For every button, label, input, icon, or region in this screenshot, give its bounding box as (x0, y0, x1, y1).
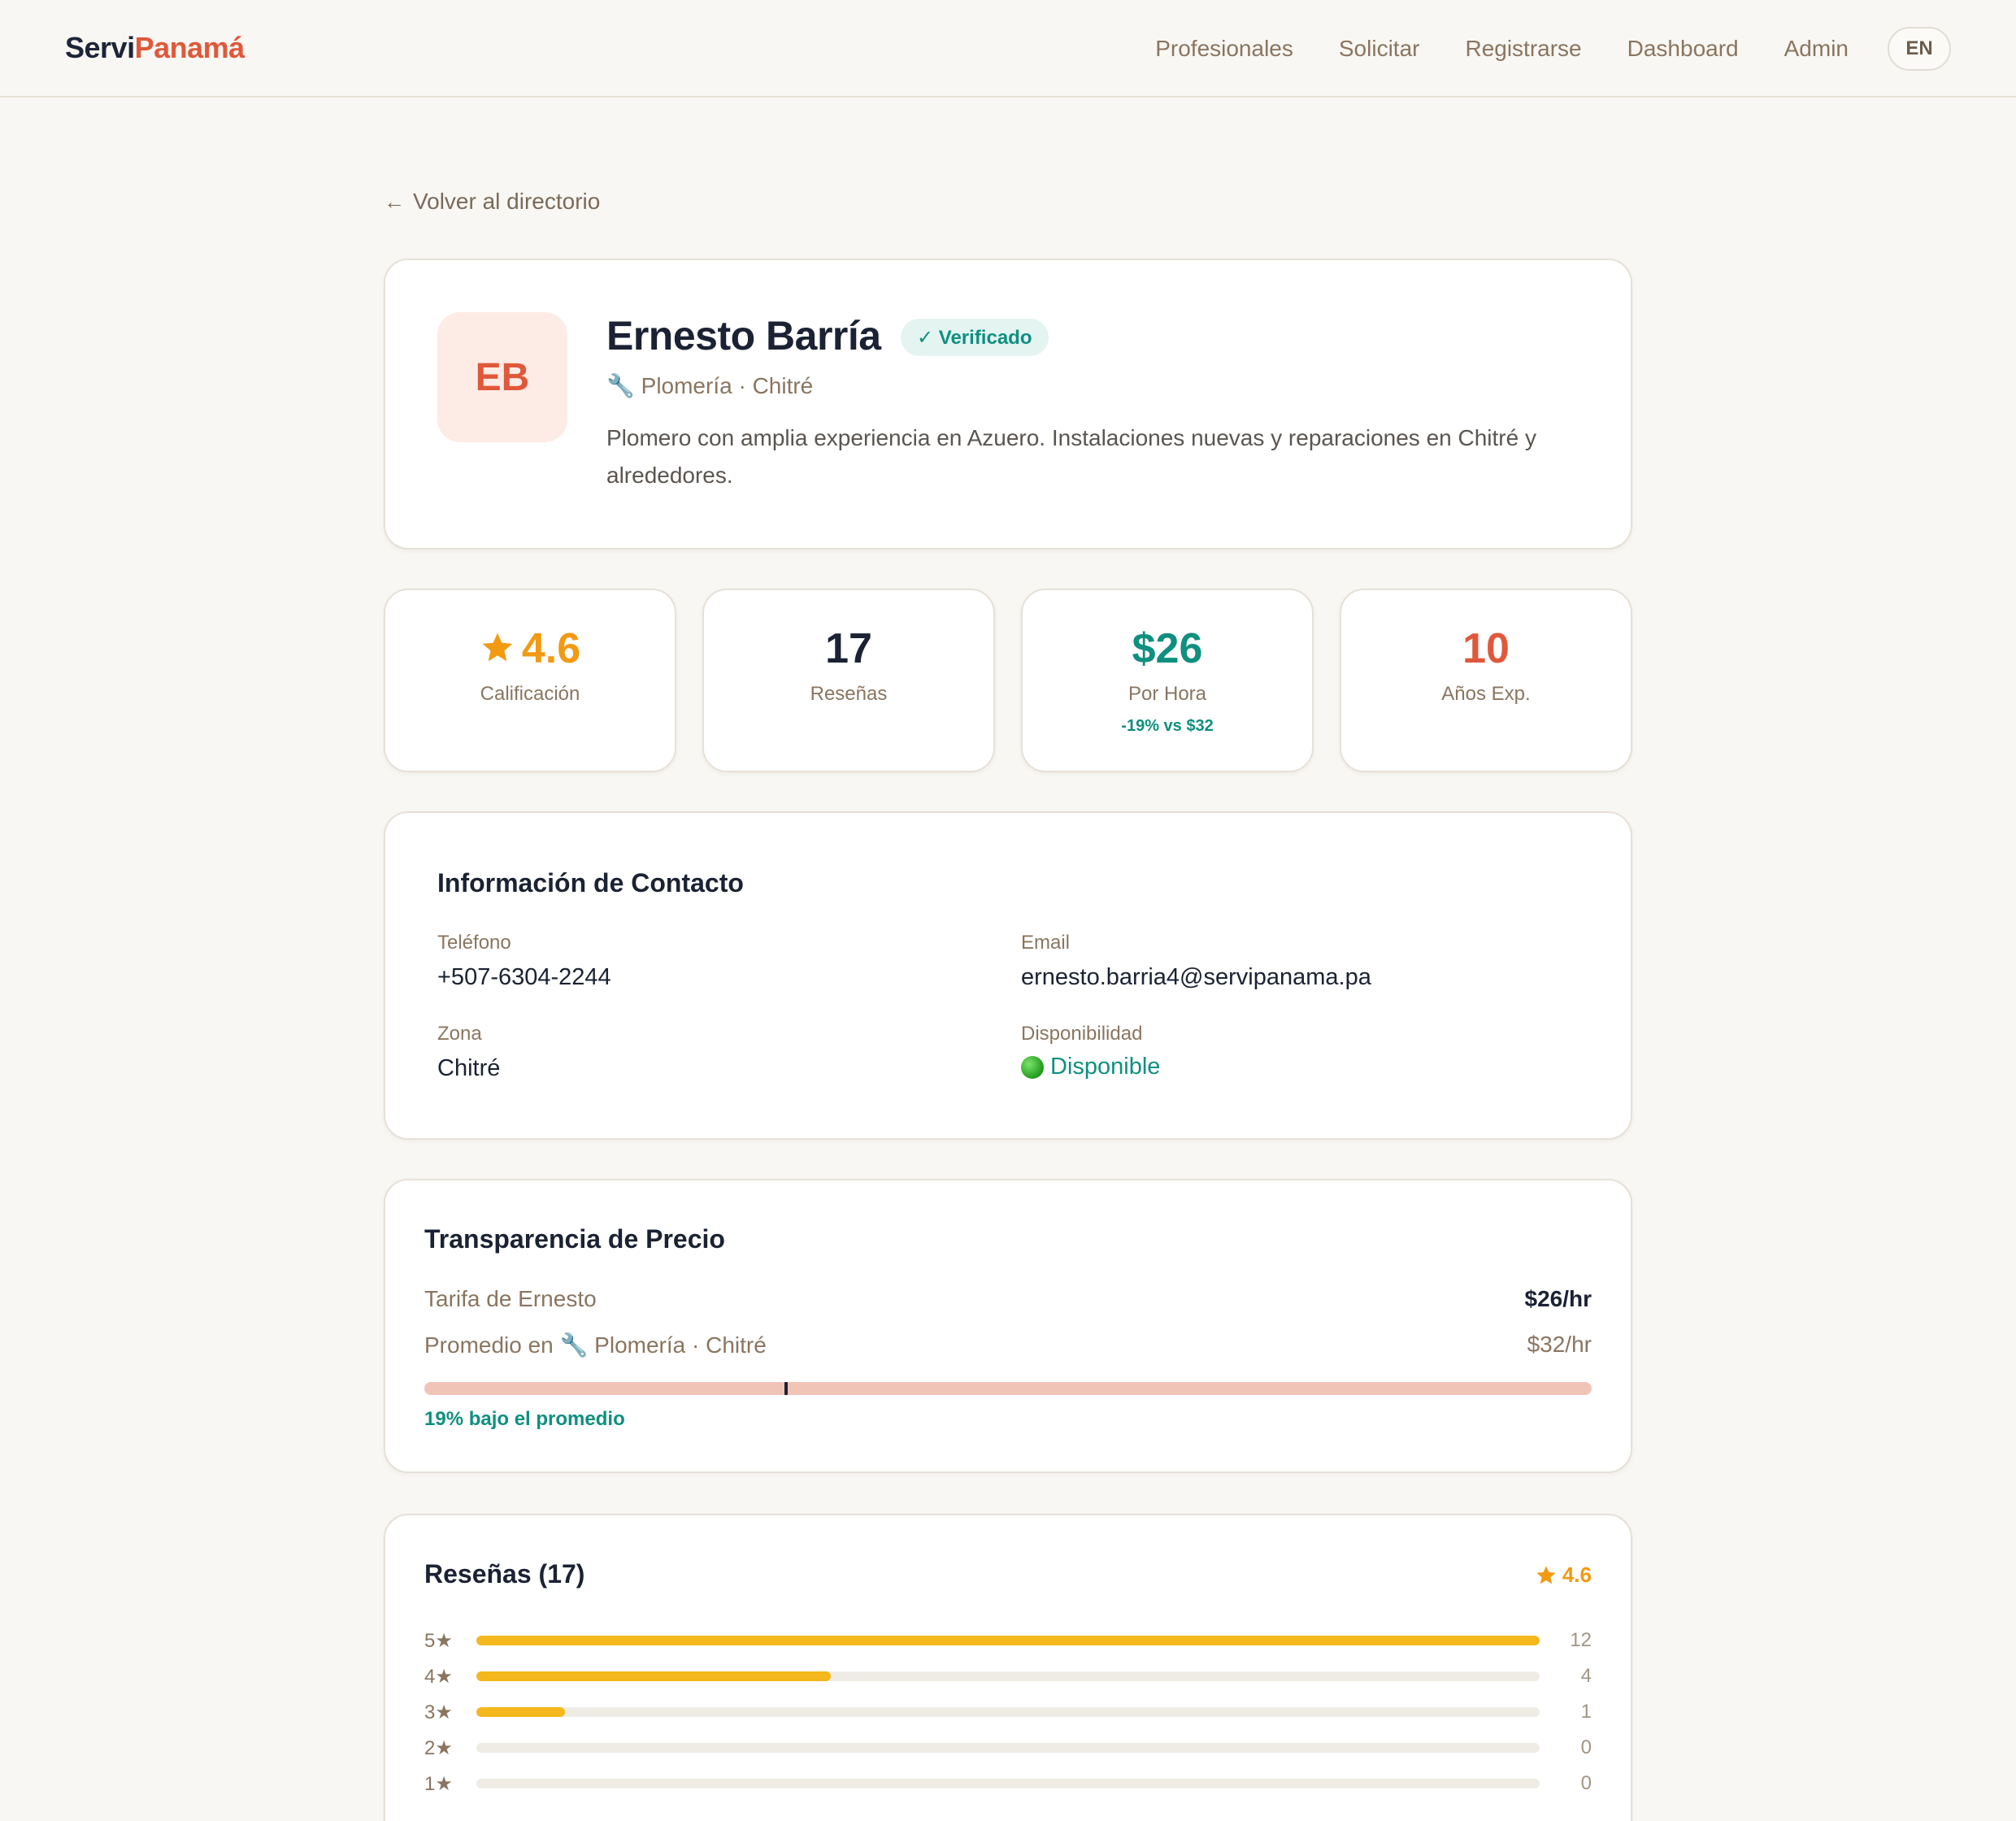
own-rate-label: Tarifa de Ernesto (424, 1286, 597, 1311)
stat-card-experience: 10 Años Exp. (1340, 589, 1632, 772)
arrow-left-icon: ← (384, 189, 405, 214)
rating-row-track (476, 1671, 1540, 1681)
stat-card-reviews: 17 Reseñas (702, 589, 995, 772)
rating-row-label: 1★ (424, 1773, 453, 1795)
reviews-card: Reseñas (17) 4.6 5★ 12 4★ 4 3★ 1 2★ 0 1★ 0 (384, 1514, 1632, 1821)
profile-description: Plomero con amplia experiencia en Azuero… (606, 425, 1536, 488)
rating-row-fill (476, 1707, 565, 1717)
phone-label: Teléfono (437, 932, 511, 954)
stat-card-hourly-rate: $26 Por Hora -19% vs $32 (1021, 589, 1314, 772)
verified-badge: ✓ Verificado (901, 319, 1049, 356)
rating-row-count: 0 (1580, 1736, 1592, 1758)
top-nav-bar: ServiPanamá Profesionales Solicitar Regi… (0, 0, 2016, 98)
avatar: EB (437, 312, 567, 442)
rating-row-track (476, 1707, 1540, 1717)
contact-info-card: Información de Contacto Teléfono +507-63… (384, 811, 1632, 1140)
rating-row: 2★ 0 (424, 1736, 1592, 1759)
price-transparency-card: Transparencia de Precio Tarifa de Ernest… (384, 1179, 1632, 1473)
email-value[interactable]: ernesto.barria4@servipanama.pa (1021, 964, 1371, 991)
green-circle-icon (1021, 1055, 1044, 1079)
availability-status: Disponible (1021, 1054, 1160, 1080)
rating-number: 4.6 (521, 625, 581, 672)
contact-section-title: Información de Contacto (437, 868, 744, 897)
phone-value[interactable]: +507-6304-2244 (437, 964, 611, 991)
stat-rate-value: $26 (1132, 625, 1203, 672)
stat-rate-comparison: -19% vs $32 (1121, 717, 1214, 735)
rating-row-count: 4 (1580, 1665, 1592, 1687)
profile-card: EB Ernesto Barría ✓ Verificado 🔧 Plomerí… (384, 259, 1632, 550)
nav-link-profesionales[interactable]: Profesionales (1155, 36, 1293, 62)
zone-label: Zona (437, 1023, 482, 1045)
stat-rate-label: Por Hora (1127, 683, 1207, 705)
average-rate-label: Promedio en 🔧 Plomería · Chitré (424, 1332, 767, 1358)
brand-part-panama: Panamá (134, 31, 245, 64)
rating-row-fill (476, 1636, 1540, 1645)
zone-value: Chitré (437, 1055, 501, 1081)
nav-link-admin[interactable]: Admin (1784, 36, 1849, 62)
stat-reviews-value: 17 (825, 625, 872, 672)
profile-category-location: 🔧 Plomería · Chitré (606, 373, 814, 398)
brand-logo[interactable]: ServiPanamá (65, 31, 245, 65)
stat-experience-label: Años Exp. (1441, 683, 1531, 705)
average-rate-value: $32/hr (1527, 1332, 1592, 1357)
stat-card-rating: 4.6 Calificación (384, 589, 676, 772)
rating-row-label: 5★ (424, 1630, 453, 1652)
reviews-average-value: 4.6 (1562, 1562, 1592, 1587)
back-to-directory-link[interactable]: ← Volver al directorio (384, 189, 600, 215)
email-label: Email (1021, 932, 1071, 954)
star-icon (1536, 1565, 1556, 1584)
main-nav: Profesionales Solicitar Registrarse Dash… (1110, 26, 1951, 72)
nav-link-registrarse[interactable]: Registrarse (1465, 36, 1581, 62)
rating-row-track (476, 1779, 1540, 1788)
rating-row: 3★ 1 (424, 1701, 1592, 1723)
rating-row: 5★ 12 (424, 1629, 1592, 1652)
star-icon (482, 632, 513, 662)
nav-link-solicitar[interactable]: Solicitar (1339, 36, 1420, 62)
reviews-section-title: Reseñas (17) (424, 1559, 585, 1588)
availability-value: Disponible (1050, 1054, 1161, 1080)
stat-reviews-label: Reseñas (810, 683, 888, 705)
rating-row-count: 1 (1580, 1701, 1592, 1723)
price-comparison-bar (424, 1382, 1592, 1395)
professional-name: Ernesto Barría (606, 313, 881, 359)
own-rate-value: $26/hr (1524, 1286, 1592, 1311)
rating-row-label: 2★ (424, 1737, 453, 1759)
brand-part-servi: Servi (65, 31, 135, 64)
stat-experience-value: 10 (1462, 625, 1510, 672)
language-toggle-button[interactable]: EN (1888, 27, 1951, 71)
rating-row-count: 12 (1570, 1629, 1592, 1651)
price-section-title: Transparencia de Precio (424, 1224, 725, 1254)
rating-row-label: 3★ (424, 1701, 453, 1723)
rating-row-track (476, 1636, 1540, 1645)
availability-label: Disponibilidad (1021, 1023, 1143, 1045)
price-position-marker (784, 1382, 789, 1395)
reviews-average: 4.6 (1535, 1562, 1592, 1588)
rating-row: 1★ 0 (424, 1772, 1592, 1795)
stat-rating-label: Calificación (480, 683, 580, 705)
rating-row-fill (476, 1671, 831, 1681)
stat-rating-value: 4.6 (385, 624, 675, 673)
rating-row-count: 0 (1580, 1772, 1592, 1794)
rating-row-label: 4★ (424, 1666, 453, 1688)
rating-row-track (476, 1743, 1540, 1753)
price-comparison-note: 19% bajo el promedio (424, 1408, 625, 1430)
nav-link-dashboard[interactable]: Dashboard (1627, 36, 1739, 62)
rating-row: 4★ 4 (424, 1665, 1592, 1688)
back-link-label: Volver al directorio (413, 189, 601, 214)
